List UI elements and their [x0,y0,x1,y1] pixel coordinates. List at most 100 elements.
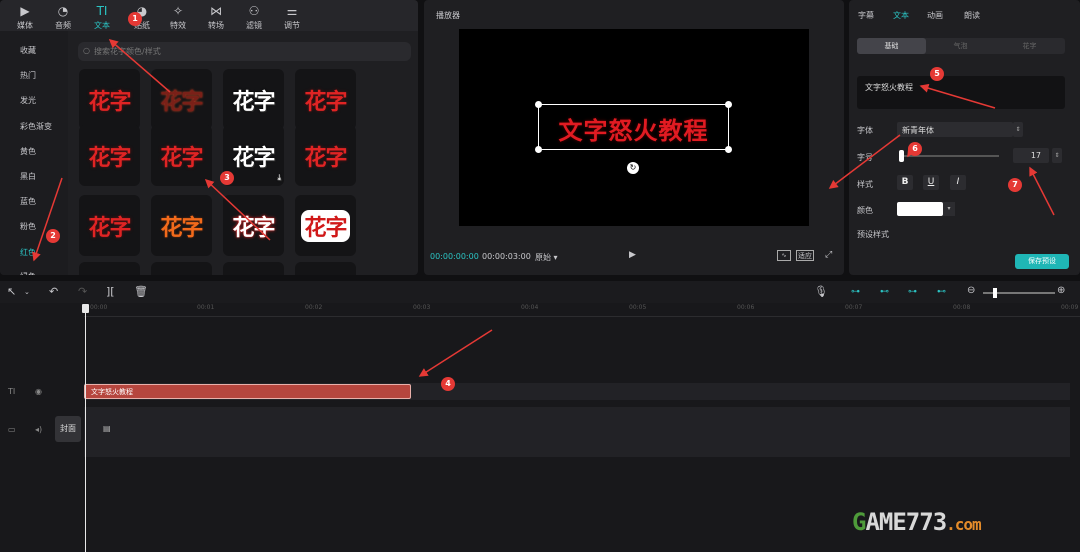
annotation-badge: 4 [441,377,455,391]
color-swatch[interactable] [897,202,943,216]
fullscreen-icon[interactable]: ⤢ [825,250,832,260]
caption-text: 文字怒火教程 [558,117,709,145]
flower-text-tile[interactable]: 花字 [151,69,212,130]
size-input[interactable]: 17 [1013,148,1049,163]
text-clip[interactable]: 文字怒火教程 [84,384,411,399]
category-item[interactable]: 黑白 [20,171,36,182]
italic-button[interactable]: I [950,175,966,190]
zoom-in-icon[interactable]: ⊕ [1057,285,1065,296]
annotation-badge: 1 [128,12,142,26]
size-stepper[interactable]: ⇕ [1052,148,1062,163]
tile-label: 花字 [301,209,350,242]
category-item[interactable]: 绿色 [20,271,36,275]
flower-text-tile[interactable]: 花字 [79,125,140,186]
microphone-icon[interactable]: 🎙 [814,285,828,298]
style-label: 样式 [857,180,873,189]
font-select-stepper[interactable]: ⇕ [1013,122,1023,137]
flower-text-tile[interactable]: 花字 [79,195,140,256]
segment-flower-text[interactable]: 花字 [995,38,1064,54]
flower-text-tile[interactable]: 花字 [295,195,356,256]
category-item-active[interactable]: 红色 [20,247,36,258]
snap-icon[interactable]: ⊶ [851,287,860,297]
resize-handle[interactable] [535,101,542,108]
tab-read-aloud[interactable]: 朗读 [964,10,980,21]
split-icon[interactable]: ][ [106,285,115,298]
delete-icon[interactable]: 🗑 [134,285,148,298]
search-input[interactable]: ○ 搜索花字颜色/样式 [78,42,411,61]
flower-text-tile[interactable] [151,262,212,275]
preview-axis-icon[interactable]: ⊶ [908,287,917,297]
flower-text-tile[interactable] [295,262,356,275]
audio-link-icon[interactable]: ⊷ [937,287,946,297]
preset-label: 预设样式 [857,230,889,239]
player-panel: 播放器 文字怒火教程 ↻ 00:00:00:00 00:00:03:00 原始 … [424,0,844,275]
text-content-input[interactable]: 文字怒火教程 [857,76,1065,109]
tab-animation[interactable]: 动画 [927,10,943,21]
chevron-down-icon[interactable]: ▾ [943,202,955,216]
flower-text-tile[interactable]: 花字 [295,69,356,130]
flower-text-tile[interactable]: 花字 [79,69,140,130]
flower-text-tile[interactable]: 花字 [223,195,284,256]
underline-button[interactable]: U [923,175,939,190]
caption-selection-box[interactable]: 文字怒火教程 [535,101,732,153]
toolbar-effects[interactable]: ✧ 特效 [158,0,198,31]
ruler-tick: 00:04 [521,304,539,311]
resize-handle[interactable] [535,146,542,153]
annotation-badge: 2 [46,229,60,243]
toolbar-media[interactable]: ▶ 媒体 [5,0,45,31]
flower-text-tile[interactable]: 花字 [295,125,356,186]
zoom-slider[interactable] [983,288,1055,298]
category-item[interactable]: 蓝色 [20,196,36,207]
undo-icon[interactable]: ↶ [49,285,58,298]
preview-canvas[interactable]: 文字怒火教程 ↻ [459,29,809,226]
adjust-icon: ⚌ [286,4,298,18]
segment-bubble[interactable]: 气泡 [926,38,995,54]
toolbar-text[interactable]: TI 文本 [82,0,122,31]
category-item[interactable]: 热门 [20,70,36,81]
select-tool-icon[interactable]: ↖ [7,285,16,298]
eye-icon[interactable]: ◉ [35,387,42,396]
flower-text-tile[interactable]: 花字 [151,125,212,186]
category-item[interactable]: 粉色 [20,221,36,232]
toolbar-adjust[interactable]: ⚌ 调节 [272,0,312,31]
cover-button[interactable]: 封面 [55,416,81,442]
play-icon[interactable]: ▶ [629,250,636,260]
segment-basic[interactable]: 基础 [857,38,926,54]
zoom-out-icon[interactable]: ⊖ [967,285,975,296]
filter-icon: ⚇ [248,4,260,18]
toolbar-filter[interactable]: ⚇ 滤镜 [234,0,274,31]
flower-text-tile[interactable] [223,262,284,275]
playhead[interactable] [85,307,86,552]
resize-handle[interactable] [725,101,732,108]
flower-text-tile[interactable]: 花字 [151,195,212,256]
resize-handle[interactable] [725,146,732,153]
zoom-knob[interactable] [993,288,997,298]
slider-knob[interactable] [899,150,904,162]
flower-text-tile[interactable]: 花字 [223,69,284,130]
toolbar-transition[interactable]: ⋈ 转场 [196,0,236,31]
chevron-down-icon[interactable]: ⌄ [24,288,30,296]
fit-button[interactable]: 适应 [796,250,814,261]
category-item[interactable]: 黄色 [20,146,36,157]
font-select[interactable]: 新青年体 [897,122,1013,137]
tab-subtitle[interactable]: 字幕 [858,10,874,21]
category-item[interactable]: 收藏 [20,45,36,56]
speaker-icon[interactable]: ◂) [35,425,42,434]
redo-icon[interactable]: ↷ [78,285,87,298]
toolbar-audio[interactable]: ◔ 音频 [43,0,83,31]
category-item[interactable]: 发光 [20,95,36,106]
rotate-handle-icon[interactable]: ↻ [627,162,639,174]
tab-text[interactable]: 文本 [893,10,909,21]
ruler-tick: 00:02 [305,304,323,311]
flower-text-tile[interactable] [79,262,140,275]
ratio-dropdown[interactable]: 原始 ▾ [535,252,558,263]
annotation-badge: 3 [220,171,234,185]
download-icon[interactable]: ⤓ [277,173,280,183]
bold-button[interactable]: B [897,175,913,190]
waveform-icon[interactable]: ∿ [777,250,791,261]
category-item[interactable]: 彩色渐变 [20,121,52,132]
time-ruler[interactable]: 00:00 00:01 00:02 00:03 00:04 00:05 00:0… [84,303,1080,317]
link-icon[interactable]: ⊷ [880,287,889,297]
save-preset-button[interactable]: 保存预设 [1015,254,1069,269]
main-video-track[interactable] [84,407,1070,457]
